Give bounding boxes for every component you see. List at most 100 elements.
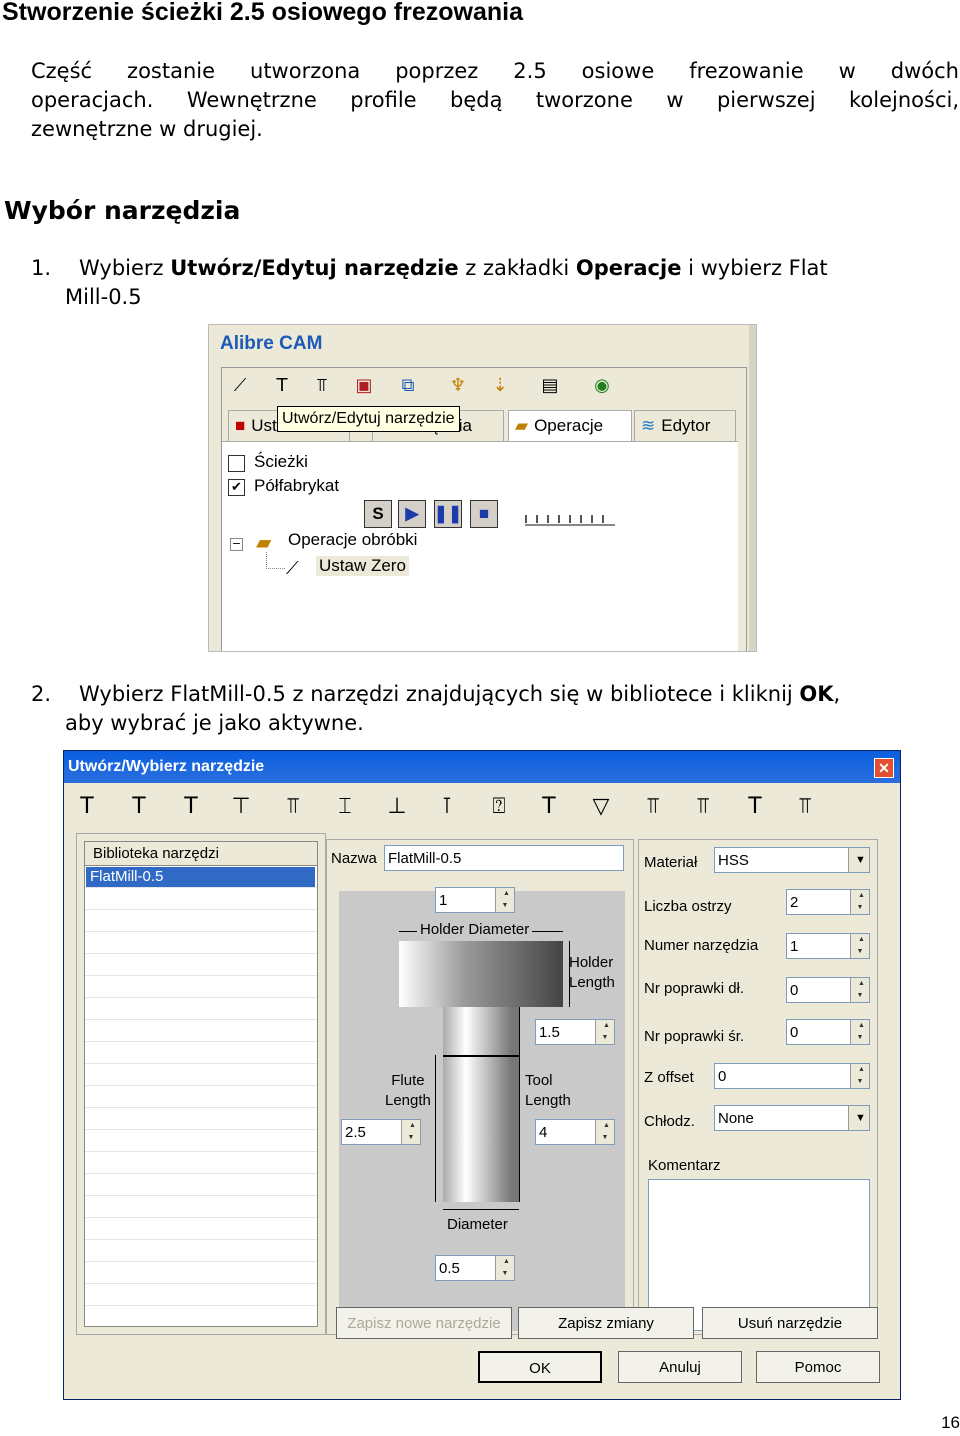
step-2-number: 2. <box>31 682 52 706</box>
paths-checkbox[interactable] <box>228 455 245 472</box>
coolant-value: None <box>718 1110 754 1127</box>
stock-icon[interactable]: ▣ <box>350 370 378 400</box>
play-icon[interactable]: ▶ <box>398 500 426 528</box>
tool-number-value: 1 <box>790 938 799 955</box>
name-field[interactable]: FlatMill-0.5 <box>384 845 624 871</box>
step-1-bold-tab: Operacje <box>575 256 682 280</box>
ball-mill-icon[interactable]: T <box>124 789 154 823</box>
step-1-bold-tool: Utwórz/Edytuj narzędzie <box>170 256 459 280</box>
save-new-tool-button[interactable]: Zapisz nowe narzędzie <box>336 1307 512 1339</box>
length-offset-field[interactable]: 0 ▲ ▼ <box>786 977 870 1003</box>
intro-line-3: zewnętrzne w drugiej. <box>31 117 263 141</box>
delete-tool-button[interactable]: Usuń narzędzie <box>702 1307 878 1339</box>
tool-diagram: 1 ▲ ▼ Holder Diameter Holder Length 1.5 ▲ ▼ … <box>339 887 625 1331</box>
top-value-field[interactable]: 1 ▲ ▼ <box>435 887 515 913</box>
taper-mill-icon[interactable]: ⊤ <box>226 789 256 823</box>
dropdown-arrow-icon[interactable]: ▼ <box>848 848 869 872</box>
spinner-icon[interactable]: ▲ ▼ <box>401 1120 420 1144</box>
reamer-icon[interactable]: ⫪ <box>688 789 718 823</box>
tab-editor[interactable]: ≋ Edytor <box>634 410 736 441</box>
library-list[interactable]: FlatMill-0.5 <box>84 865 318 1327</box>
material-label: Materiał <box>644 854 698 871</box>
tap-icon[interactable]: ⫪ <box>638 789 668 823</box>
step-1-post: i wybierz Flat <box>681 256 828 280</box>
coordinate-system-icon[interactable]: ⧉ <box>394 370 422 400</box>
sim-s-button[interactable]: S <box>364 500 392 528</box>
holder-length-field[interactable]: 1.5 ▲ ▼ <box>535 1019 615 1045</box>
z-offset-field[interactable]: 0 ▲ ▼ <box>714 1063 870 1089</box>
operation-icon[interactable]: ♆ <box>444 370 472 400</box>
material-select[interactable]: HSS ▼ <box>714 847 870 873</box>
folder-icon: ▰ <box>515 416 529 435</box>
center-drill-icon[interactable]: ▽ <box>586 789 616 823</box>
bull-mill-icon[interactable]: T <box>176 789 206 823</box>
flute-length-field[interactable]: 2.5 ▲ ▼ <box>341 1119 421 1145</box>
diameter-offset-field[interactable]: 0 ▲ ▼ <box>786 1019 870 1045</box>
help-button[interactable]: Pomoc <box>756 1351 880 1383</box>
collapse-icon[interactable]: − <box>230 538 243 551</box>
library-header: Biblioteka narzędzi <box>84 841 318 867</box>
holder-diameter-label: Holder Diameter <box>417 920 533 940</box>
spinner-icon[interactable]: ▲ ▼ <box>850 978 869 1002</box>
thread-mill-icon[interactable]: ⫪ <box>278 789 308 823</box>
cancel-button[interactable]: Anuluj <box>618 1351 742 1383</box>
flutes-field[interactable]: 2 ▲ ▼ <box>786 889 870 915</box>
stock-checkbox[interactable]: ✔ <box>228 479 245 496</box>
tool-number-field[interactable]: 1 ▲ ▼ <box>786 933 870 959</box>
dovetail-icon[interactable]: ⊥ <box>382 789 412 823</box>
zero-icon: ⟋ <box>286 558 299 579</box>
flutes-value: 2 <box>790 894 799 911</box>
tab-operations-label: Operacje <box>534 416 604 435</box>
spinner-icon[interactable]: ▲ ▼ <box>495 1256 514 1280</box>
spinner-icon[interactable]: ▲ ▼ <box>595 1020 614 1044</box>
settings-tab-icon: ■ <box>235 416 246 435</box>
tab-editor-label: Edytor <box>661 416 711 435</box>
custom-tool-icon[interactable]: ⍰ <box>484 789 514 823</box>
flat-mill-icon[interactable]: T <box>72 789 102 823</box>
tree-root[interactable]: Operacje obróbki <box>288 530 417 550</box>
pointer-tool-icon[interactable]: ⟋ <box>226 370 254 400</box>
spinner-icon[interactable]: ▲ ▼ <box>595 1120 614 1144</box>
diameter-field[interactable]: 0.5 ▲ ▼ <box>435 1255 515 1281</box>
drill-icon[interactable]: T <box>534 789 564 823</box>
tree-child[interactable]: Ustaw Zero <box>316 556 409 576</box>
tool-length-label: Tool Length <box>525 1072 571 1109</box>
intro-line-1: Część zostanie utworzona poprzez 2.5 osi… <box>31 59 959 83</box>
tool-icon[interactable]: T <box>268 370 296 400</box>
drill-icon[interactable]: ⇣ <box>486 370 514 400</box>
spinner-icon[interactable]: ▲ ▼ <box>850 1020 869 1044</box>
spinner-icon[interactable]: ▲ ▼ <box>495 888 514 912</box>
spinner-icon[interactable]: ▲ ▼ <box>850 890 869 914</box>
spinner-icon[interactable]: ▲ ▼ <box>850 934 869 958</box>
dropdown-arrow-icon[interactable]: ▼ <box>848 1106 869 1130</box>
report-icon[interactable]: ▤ <box>536 370 564 400</box>
ok-button[interactable]: OK <box>478 1351 602 1383</box>
tool-length-field[interactable]: 4 ▲ ▼ <box>535 1119 615 1145</box>
speed-slider[interactable] <box>525 508 615 526</box>
page-number: 16 <box>941 1413 960 1432</box>
tool-library-icon[interactable]: ⫪ <box>308 370 336 400</box>
boring-bar-icon[interactable]: T <box>740 789 770 823</box>
slot-cutter-icon[interactable]: ⌶ <box>330 789 360 823</box>
pause-icon[interactable]: ❚❚ <box>434 500 462 528</box>
diameter-offset-label: Nr poprawki śr. <box>644 1028 745 1045</box>
page-title: Stworzenie ścieżki 2.5 osiowego frezowan… <box>2 0 523 26</box>
library-item[interactable]: FlatMill-0.5 <box>86 867 315 887</box>
stop-icon[interactable]: ■ <box>470 500 498 528</box>
holder-length-value: 1.5 <box>539 1024 560 1041</box>
simulate-icon[interactable]: ◉ <box>588 370 616 400</box>
tool-length-line <box>519 1007 520 1202</box>
save-changes-button[interactable]: Zapisz zmiany <box>518 1307 694 1339</box>
face-mill-icon[interactable]: ⊺ <box>432 789 462 823</box>
tool-dialog: Utwórz/Wybierz narzędzie ✕ T T T ⊤ ⫪ ⌶ ⊥… <box>63 750 901 1400</box>
spinner-icon[interactable]: ▲ ▼ <box>850 1064 869 1088</box>
flutes-label: Liczba ostrzy <box>644 898 732 915</box>
step-2-continuation: aby wybrać je jako aktywne. <box>65 711 364 735</box>
coolant-select[interactable]: None ▼ <box>714 1105 870 1131</box>
countersink-icon[interactable]: ⫪ <box>790 789 820 823</box>
flute-length-value: 2.5 <box>345 1124 366 1141</box>
flute-marker <box>443 1055 519 1057</box>
tab-operations[interactable]: ▰ Operacje <box>508 410 632 441</box>
diameter-value: 0.5 <box>439 1260 460 1277</box>
close-icon[interactable]: ✕ <box>874 758 894 778</box>
